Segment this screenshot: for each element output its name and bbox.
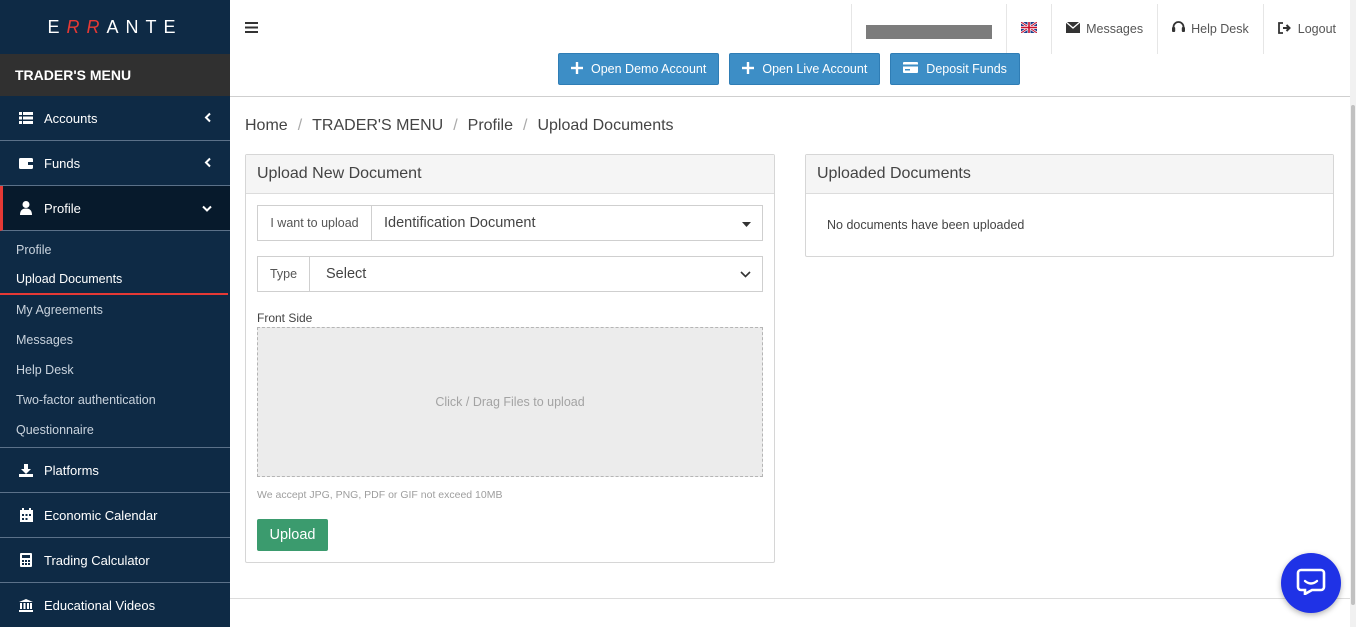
- help-desk-label: Help Desk: [1191, 22, 1249, 36]
- institution-icon: [17, 598, 35, 612]
- top-bar: Messages Help Desk Logout: [230, 4, 1350, 54]
- document-category-value[interactable]: Identification Document: [372, 206, 762, 240]
- submenu-item-two-factor[interactable]: Two-factor authentication: [0, 385, 230, 415]
- logout-link[interactable]: Logout: [1262, 4, 1350, 54]
- file-dropzone[interactable]: Click / Drag Files to upload: [257, 327, 763, 477]
- redacted-username: [866, 25, 993, 39]
- menu-title: TRADER'S MENU: [0, 54, 230, 96]
- sign-out-icon: [1277, 21, 1292, 37]
- open-demo-account-label: Open Demo Account: [591, 62, 707, 76]
- messages-link[interactable]: Messages: [1051, 4, 1157, 54]
- list-icon: [17, 112, 35, 124]
- breadcrumb-separator: /: [297, 117, 303, 134]
- submenu-item-upload-documents[interactable]: Upload Documents: [0, 265, 228, 295]
- brand-logo[interactable]: E RR ANTE: [0, 0, 230, 54]
- breadcrumb-profile[interactable]: Profile: [468, 117, 513, 135]
- breadcrumb-current: Upload Documents: [537, 117, 674, 134]
- front-side-label: Front Side: [257, 311, 313, 325]
- sidebar-item-label: Accounts: [44, 110, 98, 126]
- logo-text-right: ANTE: [106, 16, 183, 37]
- submenu-item-messages[interactable]: Messages: [0, 325, 230, 355]
- logo-text-left: E: [47, 16, 67, 37]
- headset-icon: [1172, 21, 1186, 37]
- chevron-down-icon: [740, 266, 751, 282]
- caret-down-icon: [742, 215, 751, 231]
- submenu-item-questionnaire[interactable]: Questionnaire: [0, 415, 230, 445]
- sidebar-item-label: Economic Calendar: [44, 507, 158, 523]
- profile-submenu: Profile Upload Documents My Agreements M…: [0, 231, 230, 448]
- download-icon: [17, 463, 35, 477]
- sidebar-item-economic-calendar[interactable]: Economic Calendar: [0, 493, 230, 538]
- open-live-account-label: Open Live Account: [762, 62, 868, 76]
- language-selector[interactable]: [1006, 4, 1051, 54]
- open-demo-account-button[interactable]: Open Demo Account: [558, 53, 720, 85]
- breadcrumb-home[interactable]: Home: [245, 117, 288, 135]
- footer-divider: [230, 598, 1350, 599]
- sidebar-item-label: Profile: [44, 200, 81, 216]
- submenu-item-help-desk[interactable]: Help Desk: [0, 355, 230, 385]
- document-type-select[interactable]: Type Select: [257, 256, 763, 292]
- plus-icon: [571, 61, 583, 77]
- calendar-icon: [17, 508, 35, 522]
- type-label: Type: [258, 257, 310, 291]
- page-scrollbar[interactable]: [1350, 0, 1356, 627]
- chevron-left-icon: [204, 156, 212, 171]
- logo-text-accent: RR: [66, 16, 107, 37]
- sidebar-item-label: Funds: [44, 155, 81, 171]
- document-type-text: Select: [326, 266, 367, 282]
- file-requirements-text: We accept JPG, PNG, PDF or GIF not excee…: [257, 489, 503, 501]
- sidebar-item-accounts[interactable]: Accounts: [0, 96, 230, 141]
- live-chat-button[interactable]: [1281, 553, 1341, 613]
- user-icon: [17, 201, 35, 215]
- document-category-select[interactable]: I want to upload Identification Document: [257, 205, 763, 241]
- sidebar: E RR ANTE TRADER'S MENU Accounts Funds Pro…: [0, 0, 230, 627]
- sidebar-item-trading-calculator[interactable]: Trading Calculator: [0, 538, 230, 583]
- document-type-value[interactable]: Select: [310, 257, 762, 291]
- sidebar-item-educational-videos[interactable]: Educational Videos: [0, 583, 230, 627]
- deposit-funds-label: Deposit Funds: [926, 62, 1007, 76]
- chevron-down-icon: [202, 201, 212, 216]
- logout-label: Logout: [1297, 22, 1336, 36]
- sidebar-item-profile[interactable]: Profile: [0, 186, 230, 231]
- breadcrumb-separator: /: [523, 117, 528, 134]
- breadcrumb-traders-menu[interactable]: TRADER'S MENU: [312, 117, 443, 135]
- plus-icon: [742, 61, 755, 77]
- calculator-icon: [17, 553, 35, 567]
- sidebar-item-label: Platforms: [44, 462, 99, 478]
- envelope-icon: [1065, 21, 1081, 36]
- chat-bubble-icon: [1296, 567, 1326, 600]
- sidebar-item-platforms[interactable]: Platforms: [0, 448, 230, 493]
- uk-flag-icon: [1020, 21, 1038, 36]
- uploaded-documents-panel: Uploaded Documents No documents have bee…: [805, 154, 1334, 257]
- account-actions: Open Demo Account Open Live Account Depo…: [558, 53, 1020, 85]
- deposit-funds-button[interactable]: Deposit Funds: [890, 53, 1020, 85]
- scrollbar-thumb[interactable]: [1351, 105, 1355, 605]
- messages-label: Messages: [1086, 22, 1144, 36]
- dropzone-text: Click / Drag Files to upload: [435, 395, 585, 409]
- sidebar-item-label: Trading Calculator: [44, 552, 150, 568]
- top-right-menu: Messages Help Desk Logout: [851, 4, 1350, 54]
- wallet-icon: [17, 157, 35, 169]
- submenu-item-my-agreements[interactable]: My Agreements: [0, 295, 230, 325]
- upload-button[interactable]: Upload: [257, 519, 328, 551]
- open-live-account-button[interactable]: Open Live Account: [729, 53, 881, 85]
- sidebar-item-label: Educational Videos: [44, 597, 156, 613]
- empty-state-text: No documents have been uploaded: [827, 218, 1025, 232]
- user-account-menu[interactable]: [851, 4, 1006, 54]
- credit-card-icon: [903, 62, 919, 76]
- want-to-upload-label: I want to upload: [258, 206, 372, 240]
- help-desk-link[interactable]: Help Desk: [1157, 4, 1263, 54]
- document-category-text: Identification Document: [384, 215, 536, 231]
- panel-title: Upload New Document: [246, 155, 774, 194]
- sidebar-item-funds[interactable]: Funds: [0, 141, 230, 186]
- upload-new-document-panel: Upload New Document I want to upload Ide…: [245, 154, 775, 563]
- hamburger-menu-icon[interactable]: [245, 20, 258, 38]
- submenu-item-profile[interactable]: Profile: [0, 235, 230, 265]
- chevron-left-icon: [204, 111, 212, 126]
- panel-title: Uploaded Documents: [806, 155, 1333, 194]
- header-divider: [230, 96, 1350, 97]
- breadcrumb: Home / TRADER'S MENU / Profile / Upload …: [245, 117, 674, 135]
- breadcrumb-separator: /: [453, 117, 458, 134]
